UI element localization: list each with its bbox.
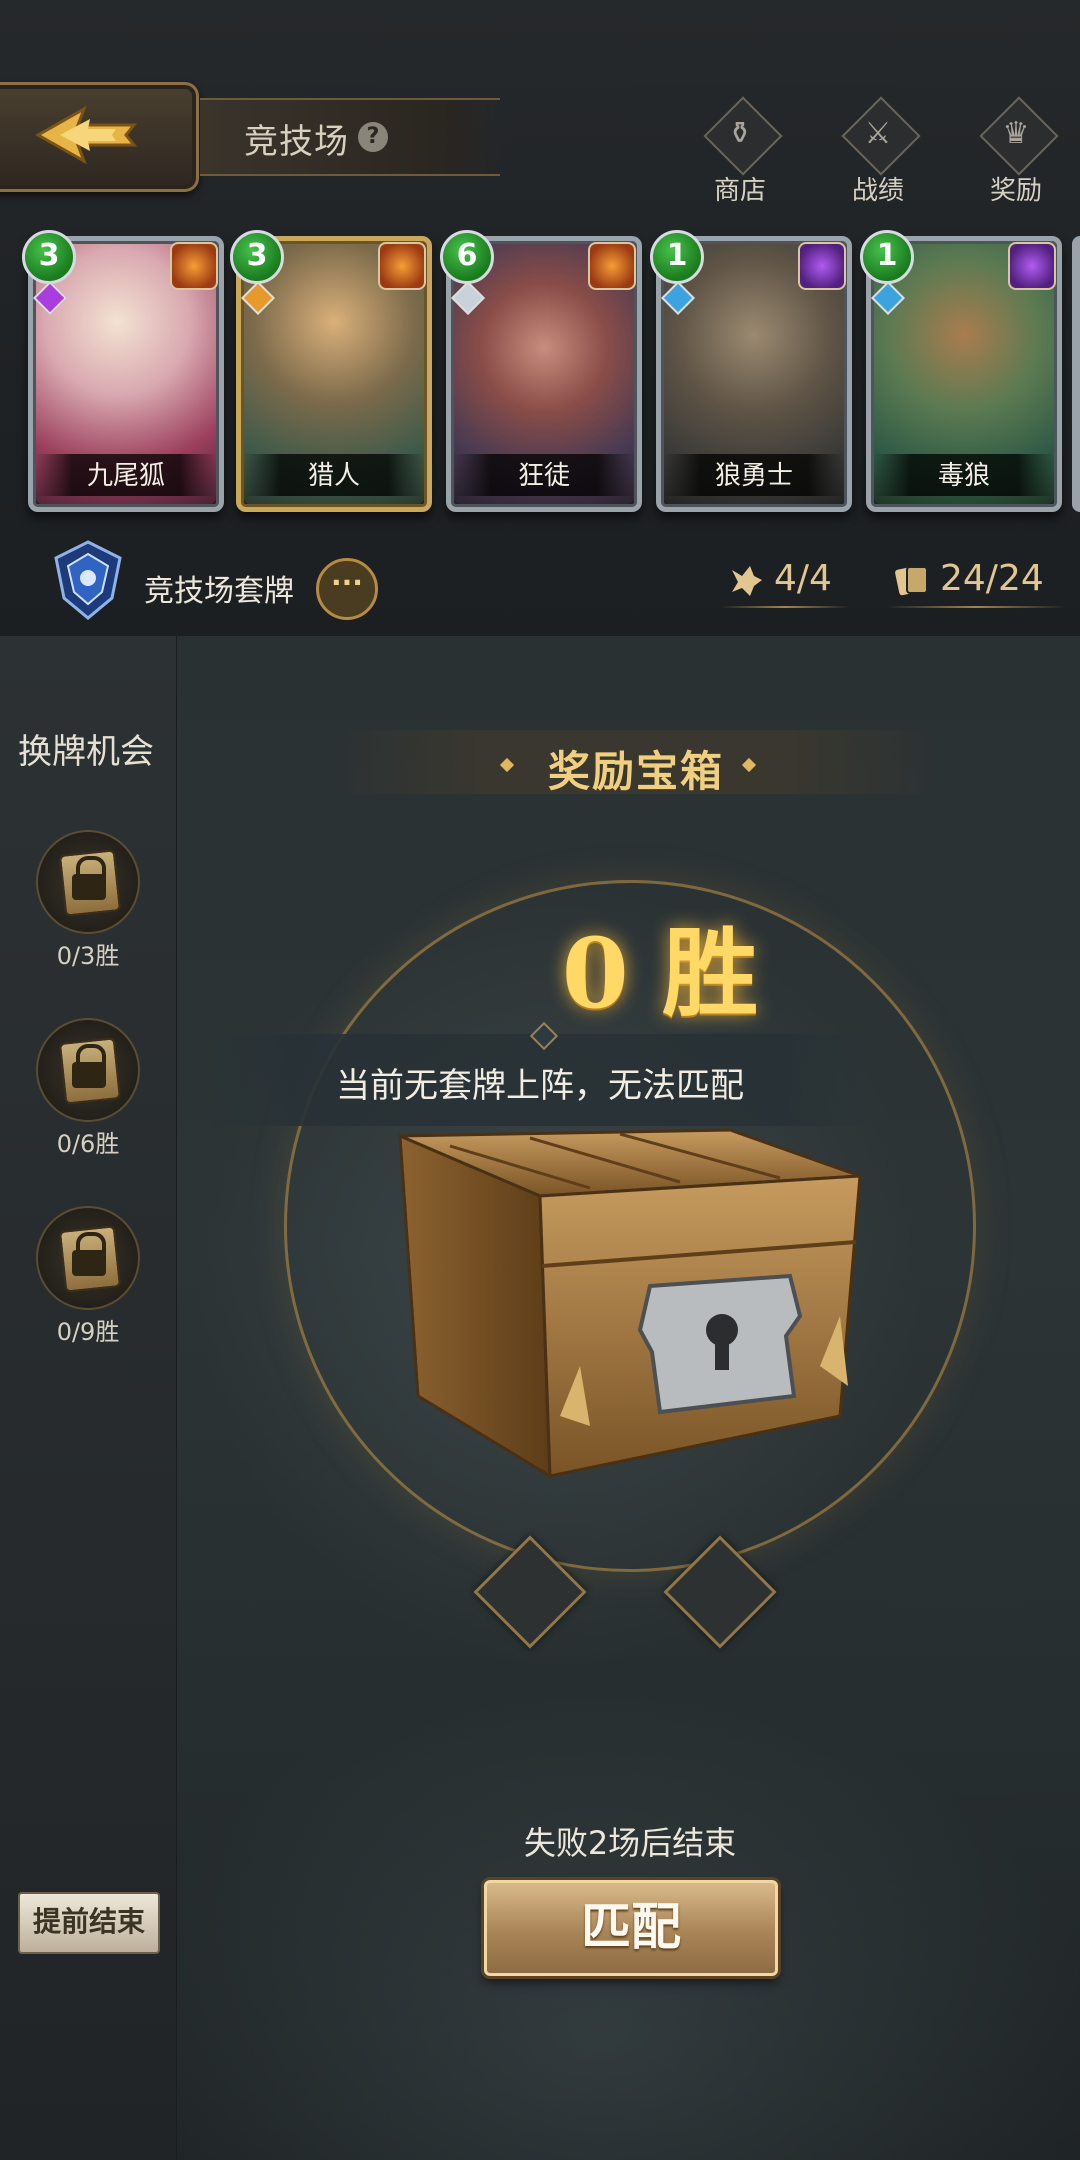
- lock-label: 0/9胜: [56, 1318, 120, 1346]
- lock-label: 0/3胜: [56, 942, 120, 970]
- card[interactable]: 狼勇士 1: [650, 230, 852, 512]
- locked-redraw-slot[interactable]: [36, 830, 140, 934]
- nav-reward[interactable]: ♛ 奖励: [966, 96, 1066, 210]
- sun-class-icon: [588, 242, 636, 290]
- card[interactable]: 九尾狐 3: [22, 230, 224, 512]
- hero-count-value: 4/4: [774, 558, 832, 599]
- sidebar-title: 换牌机会: [18, 732, 154, 772]
- card-count: 24/24: [894, 558, 1044, 599]
- question-icon[interactable]: ?: [358, 122, 388, 152]
- card-name: 狂徒: [517, 461, 570, 491]
- card[interactable]: 狂徒 6: [440, 230, 642, 512]
- beast-class-icon: [798, 242, 846, 290]
- notice-text: 当前无套牌上阵，无法匹配: [336, 1066, 744, 1106]
- beast-class-icon: [1008, 242, 1056, 290]
- card-name: 九尾狐: [86, 461, 165, 491]
- end-early-button[interactable]: 提前结束: [18, 1892, 160, 1954]
- more-options-button[interactable]: ···: [316, 558, 378, 620]
- card[interactable]: 毒狼 1: [860, 230, 1062, 512]
- nav-shop-label: 商店: [713, 176, 766, 206]
- cost-badge: 6: [440, 230, 494, 284]
- back-button[interactable]: [0, 82, 199, 192]
- back-arrow-icon: [34, 105, 138, 165]
- card-name: 猎人: [307, 461, 360, 491]
- nav-record[interactable]: ⚔ 战绩: [828, 96, 928, 210]
- locked-redraw-slot[interactable]: [36, 1206, 140, 1310]
- treasure-chest-icon: [398, 1128, 862, 1479]
- cards-icon: [895, 566, 928, 596]
- match-button[interactable]: 匹配: [484, 1880, 778, 1976]
- card-count-value: 24/24: [940, 558, 1044, 599]
- nav-reward-label: 奖励: [989, 176, 1042, 206]
- win-count: 0 胜: [561, 917, 759, 1030]
- deck-name: 竞技场套牌: [144, 574, 294, 609]
- wolf-head-icon: [732, 566, 762, 596]
- sun-class-icon: [378, 242, 426, 290]
- card[interactable]: 猎人 3: [230, 230, 432, 512]
- card-name: 毒狼: [937, 461, 990, 491]
- cost-badge: 1: [650, 230, 704, 284]
- reward-title: 奖励宝箱: [547, 747, 724, 796]
- lock-label: 0/6胜: [56, 1130, 120, 1158]
- cost-badge: 1: [860, 230, 914, 284]
- nav-shop[interactable]: ⚱ 商店: [690, 96, 790, 210]
- hero-count: 4/4: [728, 558, 832, 599]
- loss-rule-text: 失败2场后结束: [523, 1824, 737, 1862]
- sun-class-icon: [170, 242, 218, 290]
- card-name: 狼勇士: [714, 461, 793, 491]
- deck-emblem-icon: [54, 540, 122, 620]
- card-edge[interactable]: [1072, 236, 1080, 512]
- cost-badge: 3: [22, 230, 76, 284]
- nav-record-label: 战绩: [851, 176, 904, 206]
- page-title: 竞技场: [244, 122, 349, 162]
- cost-badge: 3: [230, 230, 284, 284]
- locked-redraw-slot[interactable]: [36, 1018, 140, 1122]
